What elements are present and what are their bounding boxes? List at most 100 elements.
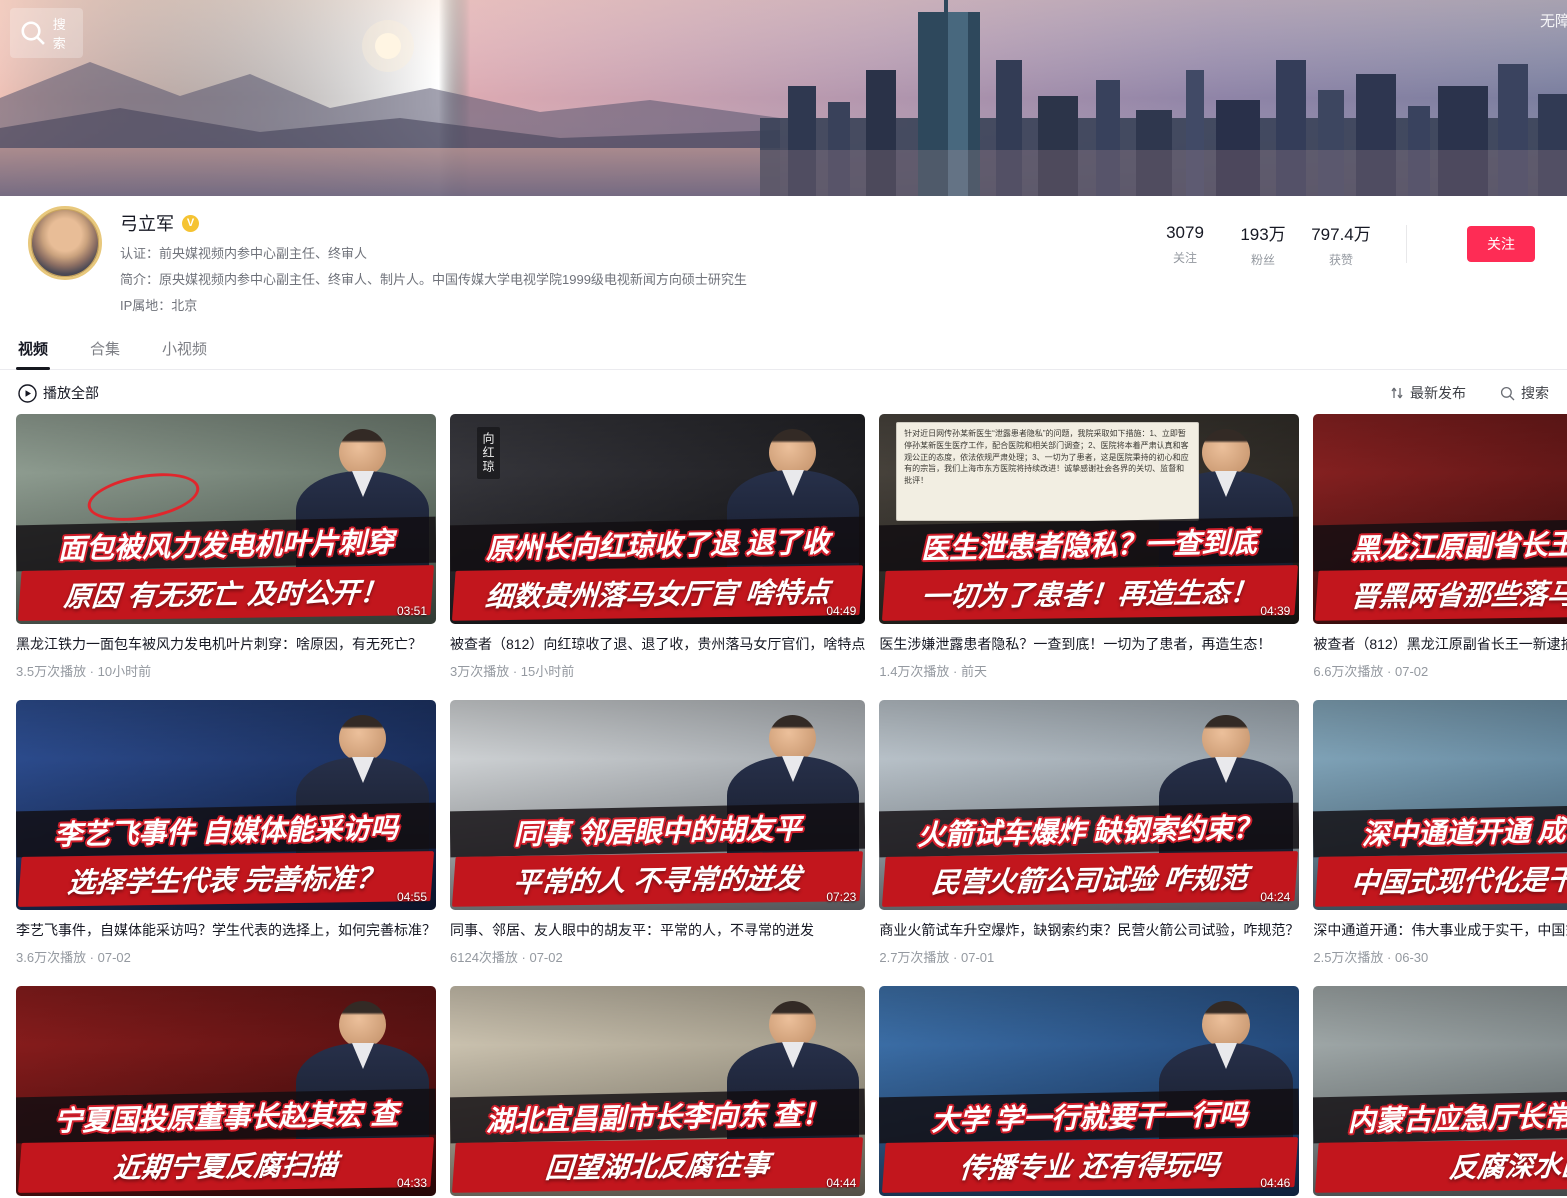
headline-line1: 医生泄患者隐私？一查到底 [879, 517, 1299, 572]
video-thumbnail[interactable]: 李艺飞事件 自媒体能采访吗 选择学生代表 完善标准？ 04:55 [16, 700, 436, 910]
avatar[interactable] [28, 206, 102, 280]
tab-collections[interactable]: 合集 [88, 330, 122, 369]
headline-line2: 选择学生代表 完善标准？ [18, 851, 434, 907]
video-meta: 3.5万次播放 · 10小时前 [16, 661, 436, 680]
video-thumbnail[interactable]: 针对近日网传孙某新医生“泄露患者隐私”的问题，我院采取如下措施：1、立即暂停孙某… [879, 414, 1299, 624]
profile-banner: 搜索 无障碍 [0, 0, 1567, 196]
headline-line2: 反腐深水区 [1315, 1138, 1567, 1194]
verified-badge-icon: V [182, 215, 199, 232]
video-thumbnail[interactable]: 宁夏国投原董事长赵其宏 查 近期宁夏反腐扫描 04:33 [16, 986, 436, 1196]
profile-name: 弓立军 [120, 210, 174, 236]
video-thumbnail[interactable]: 大学 学一行就要干一行吗 传播专业 还有得玩吗 04:46 [879, 986, 1299, 1196]
verification-line: 认证：前央媒视频内参中心副主任、终审人 [120, 243, 1146, 262]
headline-line1: 李艺飞事件 自媒体能采访吗 [16, 803, 436, 858]
ip-location-line: IP属地：北京 [120, 295, 1146, 314]
video-thumbnail[interactable]: 同事 邻居眼中的胡友平 平常的人 不寻常的迸发 07:23 [450, 700, 865, 910]
accessibility-corner-label[interactable]: 无障碍 [1540, 10, 1567, 31]
headline-line2: 一切为了患者！再造生态！ [881, 565, 1297, 621]
video-title[interactable]: 黑龙江铁力一面包车被风力发电机叶片刺穿：啥原因，有无死亡？ [16, 634, 436, 654]
content-tabs: 视频 合集 小视频 [0, 330, 1567, 370]
profile-stats: 3079 关注 193万 粉丝 797.4万 获赞 [1146, 220, 1380, 268]
stat-followers: 193万 粉丝 [1224, 220, 1302, 268]
headline-line1: 原州长向红琼收了退 退了收 [450, 517, 865, 572]
headline-line1: 大学 学一行就要干一行吗 [879, 1089, 1299, 1144]
video-card[interactable]: 面包被风力发电机叶片刺穿 原因 有无死亡 及时公开！ 03:51 黑龙江铁力一面… [16, 414, 436, 680]
video-duration: 04:49 [826, 604, 856, 618]
search-box[interactable]: 搜索 [10, 8, 83, 58]
video-title[interactable]: 同事、邻居、友人眼中的胡友平：平常的人，不寻常的迸发 [450, 920, 865, 940]
search-label: 搜索 [53, 14, 67, 52]
video-title[interactable]: 被查者（812）向红琼收了退、退了收，贵州落马女厅官们，啥特点 [450, 634, 865, 654]
video-title[interactable]: 被查者（812）黑龙江原副省长王一新逮捕，晋黑两省落马的副部... [1313, 634, 1567, 654]
video-card[interactable]: 内蒙古应急厅长常志刚 被查 反腐深水区 02:39 内蒙古自治区应急管理厅厅长常… [1313, 986, 1567, 1198]
stats-divider [1406, 225, 1407, 263]
video-card[interactable]: 湖北宜昌副市长李向东 查！ 回望湖北反腐往事 04:44 被查者（810）宜昌副… [450, 986, 865, 1198]
video-duration: 04:46 [1260, 1176, 1290, 1190]
stat-likes: 797.4万 获赞 [1302, 220, 1380, 268]
headline-line1: 同事 邻居眼中的胡友平 [450, 803, 865, 858]
headline-line2: 民营火箭公司试验 咋规范 [881, 851, 1297, 907]
tab-short-videos[interactable]: 小视频 [160, 330, 209, 369]
video-card[interactable]: 李艺飞事件 自媒体能采访吗 选择学生代表 完善标准？ 04:55 李艺飞事件，自… [16, 700, 436, 966]
video-thumbnail[interactable]: 黑龙江原副省长王一新逮捕 晋黑两省那些落马的副部… 04:36 [1313, 414, 1567, 624]
video-card[interactable]: 宁夏国投原董事长赵其宏 查 近期宁夏反腐扫描 04:33 被查者（811）宁夏国… [16, 986, 436, 1198]
play-all-button[interactable]: 播放全部 [18, 383, 99, 403]
headline-line2: 晋黑两省那些落马的副部… [1315, 566, 1567, 622]
headline-line1: 火箭试车爆炸 缺钢索约束？ [879, 803, 1299, 858]
video-thumbnail[interactable]: 面包被风力发电机叶片刺穿 原因 有无死亡 及时公开！ 03:51 [16, 414, 436, 624]
video-card[interactable]: 大学 学一行就要干一行吗 传播专业 还有得玩吗 04:46 大学报志愿，学一行就… [879, 986, 1299, 1198]
video-meta: 2.5万次播放 · 06-30 [1313, 947, 1567, 966]
search-icon [1500, 386, 1515, 401]
headline-line2: 近期宁夏反腐扫描 [18, 1137, 434, 1193]
bio-line: 简介：原央媒视频内参中心副主任、终审人、制片人。中国传媒大学电视学院1999级电… [120, 269, 1146, 288]
video-thumbnail[interactable]: 内蒙古应急厅长常志刚 被查 反腐深水区 02:39 [1313, 986, 1567, 1196]
video-thumbnail[interactable]: 湖北宜昌副市长李向东 查！ 回望湖北反腐往事 04:44 [450, 986, 865, 1196]
headline-line1: 内蒙古应急厅长常志刚 被查 [1313, 1089, 1567, 1144]
video-meta: 6.6万次播放 · 07-02 [1313, 661, 1567, 680]
headline-line2: 传播专业 还有得玩吗 [881, 1137, 1297, 1193]
video-duration: 07:23 [826, 890, 856, 904]
headline-line2: 细数贵州落马女厅官 啥特点 [452, 566, 863, 622]
video-meta: 6124次播放 · 07-02 [450, 947, 865, 966]
video-grid: 面包被风力发电机叶片刺穿 原因 有无死亡 及时公开！ 03:51 黑龙江铁力一面… [16, 414, 1551, 1198]
video-card[interactable]: 黑龙江原副省长王一新逮捕 晋黑两省那些落马的副部… 04:36 被查者（812）… [1313, 414, 1567, 680]
thumbnail-name-tag: 向红琼 [477, 427, 500, 479]
headline-line2: 原因 有无死亡 及时公开！ [18, 565, 434, 621]
video-card[interactable]: 深中通道开通 成于实干！ 中国式现代化是干出来的！ 03:29 深中通道开通：伟… [1313, 700, 1567, 966]
video-title[interactable]: 商业火箭试车升空爆炸，缺钢索约束？民营火箭公司试验，咋规范？ [879, 920, 1299, 940]
stat-following: 3079 关注 [1146, 223, 1224, 266]
follow-button[interactable]: 关注 [1467, 226, 1535, 262]
headline-line1: 面包被风力发电机叶片刺穿 [16, 517, 436, 572]
video-thumbnail[interactable]: 火箭试车爆炸 缺钢索约束？ 民营火箭公司试验 咋规范 04:24 [879, 700, 1299, 910]
headline-line1: 黑龙江原副省长王一新逮捕 [1313, 517, 1567, 572]
headline-line2: 平常的人 不寻常的迸发 [452, 852, 863, 908]
headline-line2: 回望湖北反腐往事 [452, 1138, 863, 1194]
video-duration: 04:24 [1260, 890, 1290, 904]
headline-line1: 湖北宜昌副市长李向东 查！ [450, 1089, 865, 1144]
video-card[interactable]: 火箭试车爆炸 缺钢索约束？ 民营火箭公司试验 咋规范 04:24 商业火箭试车升… [879, 700, 1299, 966]
search-videos-button[interactable]: 搜索 [1500, 383, 1549, 403]
headline-line1: 深中通道开通 成于实干！ [1313, 803, 1567, 858]
tab-videos[interactable]: 视频 [16, 330, 50, 369]
video-title[interactable]: 深中通道开通：伟大事业成于实干，中国式现代化是干出来的！ [1313, 920, 1567, 940]
list-toolbar: 播放全部 最新发布 搜索 [0, 383, 1567, 403]
video-duration: 04:44 [826, 1176, 856, 1190]
cityscape-banner-image [0, 0, 1567, 196]
video-card[interactable]: 针对近日网传孙某新医生“泄露患者隐私”的问题，我院采取如下措施：1、立即暂停孙某… [879, 414, 1299, 680]
video-thumbnail[interactable]: 深中通道开通 成于实干！ 中国式现代化是干出来的！ 03:29 [1313, 700, 1567, 910]
video-card[interactable]: 向红琼 原州长向红琼收了退 退了收 细数贵州落马女厅官 啥特点 04:49 被查… [450, 414, 865, 680]
video-duration: 04:39 [1260, 604, 1290, 618]
profile-header: 弓立军 V 认证：前央媒视频内参中心副主任、终审人 简介：原央媒视频内参中心副主… [0, 196, 1567, 314]
video-duration: 04:33 [397, 1176, 427, 1190]
video-duration: 03:51 [397, 604, 427, 618]
video-thumbnail[interactable]: 向红琼 原州长向红琼收了退 退了收 细数贵州落马女厅官 啥特点 04:49 [450, 414, 865, 624]
video-card[interactable]: 同事 邻居眼中的胡友平 平常的人 不寻常的迸发 07:23 同事、邻居、友人眼中… [450, 700, 865, 966]
sort-icon [1390, 386, 1404, 400]
video-meta: 2.7万次播放 · 07-01 [879, 947, 1299, 966]
sort-latest-button[interactable]: 最新发布 [1390, 383, 1466, 403]
video-duration: 04:55 [397, 890, 427, 904]
video-title[interactable]: 医生涉嫌泄露患者隐私？一查到底！一切为了患者，再造生态！ [879, 634, 1299, 654]
search-icon [20, 20, 46, 46]
video-meta: 3万次播放 · 15小时前 [450, 661, 865, 680]
video-title[interactable]: 李艺飞事件，自媒体能采访吗？学生代表的选择上，如何完善标准？ [16, 920, 436, 940]
